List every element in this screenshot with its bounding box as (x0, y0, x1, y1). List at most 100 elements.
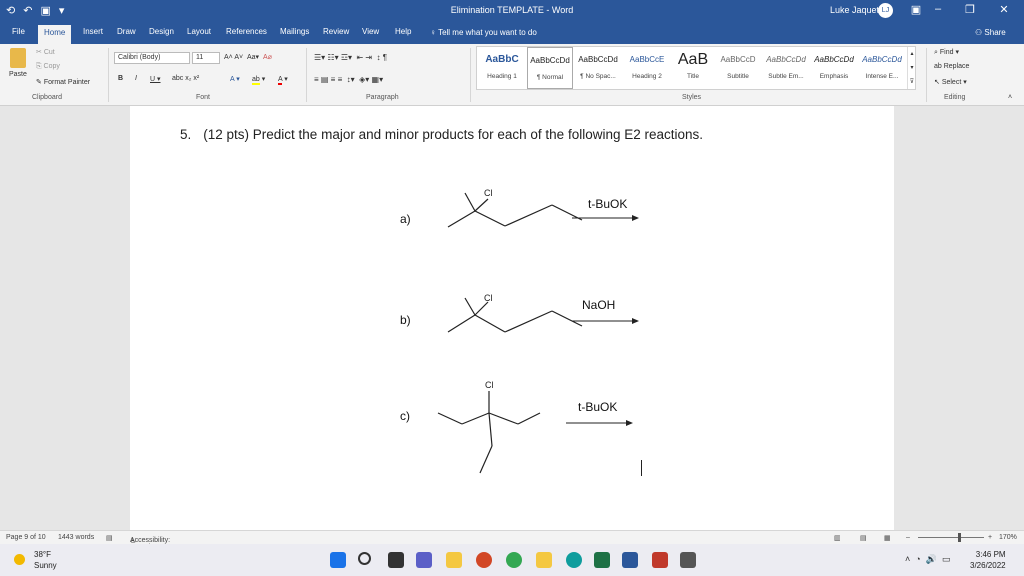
lightbulb-icon: ♀ (430, 28, 439, 37)
print-layout-icon[interactable]: ▤ (860, 534, 867, 542)
collapse-ribbon-icon[interactable]: ˄ (1008, 94, 1012, 101)
reagent-c: t-BuOK (578, 400, 618, 414)
teams-chat-icon[interactable] (416, 552, 432, 568)
tab-mailings[interactable]: Mailings (280, 27, 309, 36)
find-button[interactable]: ⌕ Find ▾ (934, 48, 959, 57)
copy-label: Copy (43, 63, 60, 70)
avatar[interactable]: LJ (878, 3, 893, 18)
ribbon-tabs: File Home Insert Draw Design Layout Refe… (0, 22, 1024, 44)
styles-scroll[interactable]: ▴ ▾ ⊽ (907, 47, 916, 89)
tab-file[interactable]: File (12, 27, 25, 36)
tell-me-search[interactable]: ♀ Tell me what you want to do (430, 28, 537, 37)
tab-references[interactable]: References (226, 27, 267, 36)
font-name-select[interactable]: Calibri (Body) (114, 52, 190, 64)
style-name: ¶ No Spac... (580, 73, 616, 80)
reaction-arrow-c (566, 420, 633, 426)
search-icon[interactable] (358, 552, 371, 565)
highlight-icon[interactable]: ab ▾ (252, 75, 265, 85)
style-sample: AaBbC (485, 54, 519, 65)
tab-design[interactable]: Design (149, 27, 174, 36)
style-normal[interactable]: AaBbCcDd ¶ Normal (527, 47, 573, 89)
reagent-b: NaOH (582, 298, 616, 312)
style-heading-1[interactable]: AaBbC Heading 1 (479, 47, 525, 89)
ribbon-display-options-icon[interactable]: ▣ (908, 3, 924, 16)
tab-help[interactable]: Help (395, 27, 411, 36)
style-name: Heading 2 (632, 73, 662, 80)
style-name: Intense E... (865, 73, 899, 80)
tab-review[interactable]: Review (323, 27, 349, 36)
find-label: Find (939, 49, 954, 56)
share-button[interactable]: ⚇ Share (975, 28, 1006, 37)
font-size-select[interactable]: 11 (192, 52, 220, 64)
user-name[interactable]: Luke Jaquet (830, 5, 879, 15)
close-icon[interactable]: ✕ (996, 3, 1012, 16)
italic-button[interactable]: I (135, 75, 137, 82)
zoom-slider-thumb[interactable] (958, 533, 961, 542)
copy-button[interactable]: ⎘ Copy (36, 63, 60, 71)
powerpoint-icon[interactable] (476, 552, 492, 568)
style-sample: AaBbCcDd (766, 55, 806, 64)
chlorine-label: Cl (485, 380, 494, 390)
tab-home[interactable]: Home (38, 25, 72, 44)
paste-button[interactable]: Paste (9, 71, 27, 78)
alignment-buttons[interactable]: ≡ ▤ ≡ ≡ ↕▾ ◈▾ ▦▾ (314, 75, 383, 84)
tab-insert[interactable]: Insert (83, 27, 103, 36)
windows-start-icon[interactable] (330, 552, 346, 568)
style-title[interactable]: AaB Title (673, 47, 713, 89)
molecule-a: Cl (447, 188, 583, 228)
select-button[interactable]: ↖ Select ▾ (934, 78, 967, 86)
game-icon[interactable] (652, 552, 668, 568)
read-mode-icon[interactable]: ▥ (834, 534, 841, 542)
editing-group-label: Editing (944, 94, 966, 101)
font-color-icon[interactable]: A ▾ (278, 75, 288, 85)
web-layout-icon[interactable]: ▦ (884, 534, 891, 542)
reaction-arrow-a (572, 215, 639, 221)
style-subtle-emphasis[interactable]: AaBbCcDd Subtle Em... (763, 47, 809, 89)
document-area: 5. (12 pts) Predict the major and minor p… (0, 106, 1024, 530)
style-emphasis[interactable]: AaBbCcDd Emphasis (811, 47, 857, 89)
font-size-controls[interactable]: A˄ A˅ Aa▾ A⌀ (224, 53, 272, 61)
zoom-in-icon[interactable]: + (988, 534, 992, 541)
zoom-out-icon[interactable]: – (906, 534, 910, 541)
clock[interactable]: 3:46 PM 3/26/2022 (970, 549, 1006, 571)
title-bar: ⟲ ↶ ▣ ▾ Elimination TEMPLATE - Word Luke… (0, 0, 1024, 22)
style-sample: AaBbCcE (629, 55, 665, 64)
style-subtitle[interactable]: AaBbCcD Subtitle (715, 47, 761, 89)
font-effects-buttons[interactable]: abc x₂ x² (172, 75, 199, 82)
clock-time: 3:46 PM (975, 550, 1006, 559)
zoom-level[interactable]: 170% (999, 534, 1017, 541)
minimize-icon[interactable]: – (930, 3, 946, 15)
page-count[interactable]: Page 9 of 10 (6, 534, 46, 541)
paste-icon[interactable] (10, 48, 26, 68)
replace-button[interactable]: ab Replace (934, 63, 969, 70)
system-tray[interactable]: ˄ ◔ 🔊 ▭ (905, 554, 950, 565)
style-heading-2[interactable]: AaBbCcE Heading 2 (623, 47, 671, 89)
edge-icon[interactable] (566, 552, 582, 568)
part-a-label: a) (400, 212, 411, 226)
calendar-icon[interactable] (536, 552, 552, 568)
list-buttons[interactable]: ☰▾ ☷▾ ☲▾ ⇤ ⇥ ↕ ¶ (314, 53, 387, 62)
clear-formatting-icon[interactable]: A⌀ (263, 54, 272, 61)
chrome-icon[interactable] (506, 552, 522, 568)
task-view-icon[interactable] (388, 552, 404, 568)
restore-icon[interactable]: ❐ (962, 3, 978, 16)
text-effects-icon[interactable]: A ▾ (230, 75, 240, 83)
tab-view[interactable]: View (362, 27, 379, 36)
document-page[interactable]: 5. (12 pts) Predict the major and minor p… (130, 106, 894, 530)
style-no-spacing[interactable]: AaBbCcDd ¶ No Spac... (575, 47, 621, 89)
tab-draw[interactable]: Draw (117, 27, 136, 36)
style-name: ¶ Normal (536, 74, 564, 81)
excel-icon[interactable] (594, 552, 610, 568)
style-intense-emphasis[interactable]: AaBbCcDd Intense E... (859, 47, 905, 89)
underline-button[interactable]: U ▾ (150, 75, 161, 83)
word-icon[interactable] (622, 552, 638, 568)
proofing-icon[interactable]: ▤ (106, 534, 113, 542)
word-count[interactable]: 1443 words (58, 534, 94, 541)
tab-layout[interactable]: Layout (187, 27, 211, 36)
bold-button[interactable]: B (118, 75, 123, 82)
app-icon[interactable] (680, 552, 696, 568)
cut-button[interactable]: ✂ Cut (36, 48, 55, 56)
format-painter-button[interactable]: ✎ Format Painter (36, 78, 90, 86)
file-explorer-icon[interactable] (446, 552, 462, 568)
zoom-slider[interactable] (918, 537, 984, 538)
